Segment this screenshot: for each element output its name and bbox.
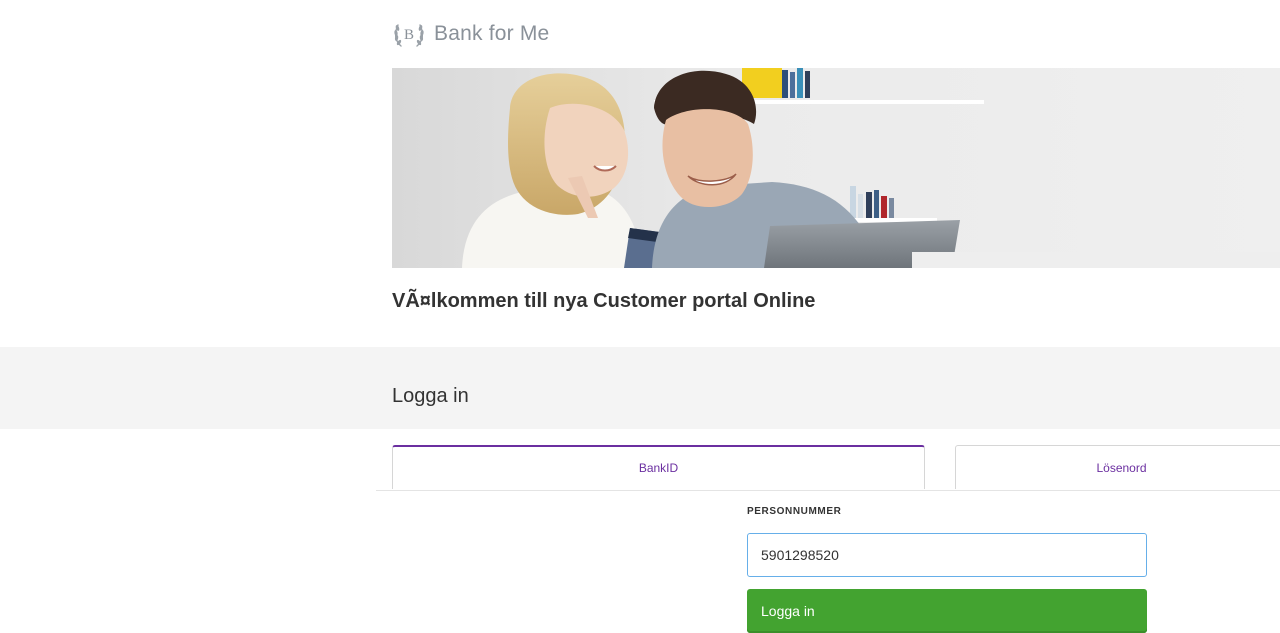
tab-bankid-label: BankID	[638, 461, 679, 475]
personnummer-input[interactable]	[747, 533, 1147, 577]
tab-password[interactable]: Lösenord	[955, 445, 1280, 489]
logo-text: Bank for Me	[434, 22, 550, 45]
hero-illustration	[392, 68, 1280, 268]
login-button[interactable]: Logga in	[747, 589, 1147, 633]
tab-divider	[376, 490, 1280, 491]
welcome-heading: VÃ¤lkommen till nya Customer portal Onli…	[392, 290, 816, 312]
login-title: Logga in	[392, 385, 469, 407]
svg-text:B: B	[404, 27, 414, 43]
tab-bankid[interactable]: BankID	[392, 445, 925, 489]
page: B Bank for Me VÃ¤lkommen till nya Custom…	[0, 0, 1280, 633]
tab-password-label: Lösenord	[1096, 460, 1147, 475]
login-header-band	[0, 347, 1280, 429]
bank-logo[interactable]: B Bank for Me	[392, 18, 549, 50]
laurel-emblem-icon: B	[394, 24, 424, 47]
hero-photo	[392, 68, 1280, 268]
personnummer-label: PERSONNUMMER	[747, 506, 842, 517]
